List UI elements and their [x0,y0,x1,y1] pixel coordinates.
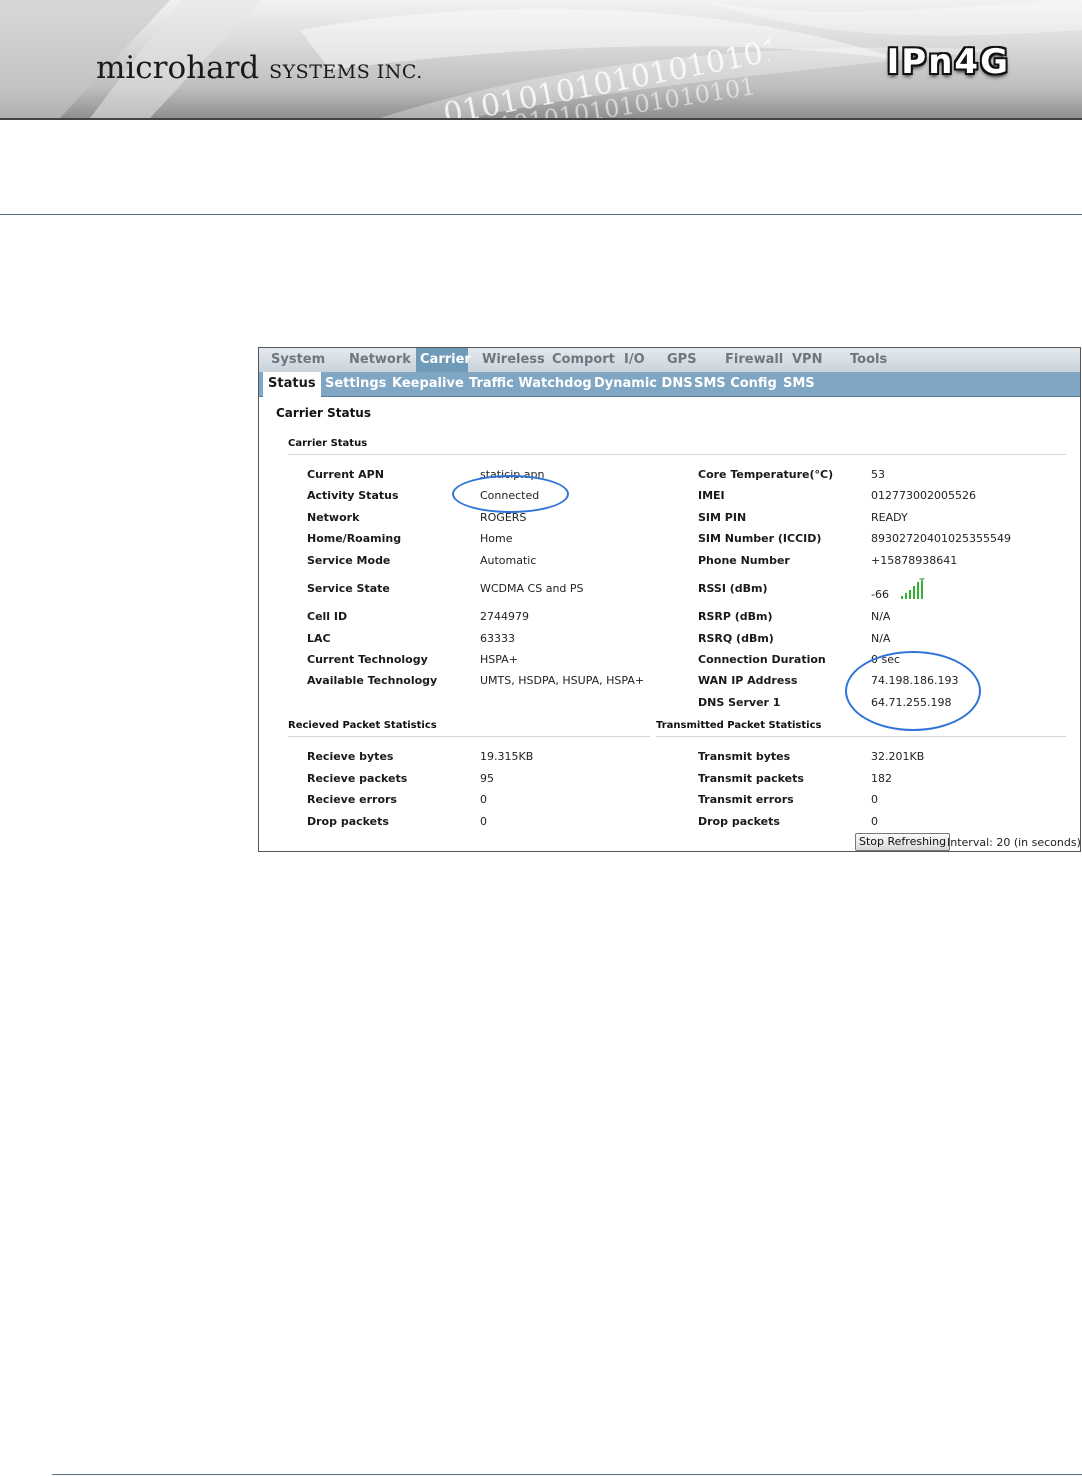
tab-vpn[interactable]: VPN [786,348,828,372]
label-phone-number: Phone Number [698,554,790,567]
label-core-temperature: Core Temperature(°C) [698,468,834,481]
tab-wireless[interactable]: Wireless [476,348,551,372]
label-recieve-bytes: Recieve bytes [307,750,394,763]
value-recv-drop-packets: 0 [480,815,487,828]
label-transmit-bytes: Transmit bytes [698,750,791,763]
value-connection-duration: 0 sec [871,653,901,666]
tab-io[interactable]: I/O [618,348,651,372]
label-home-roaming: Home/Roaming [307,532,402,545]
value-rsrq: N/A [871,632,891,645]
value-current-technology: HSPA+ [480,653,518,666]
value-transmit-bytes: 32.201KB [871,750,925,763]
subtab-sms[interactable]: SMS [778,372,820,396]
value-service-state: WCDMA CS and PS [480,582,584,595]
top-nav: System Network Carrier Wireless Comport … [259,348,1080,373]
subtab-settings[interactable]: Settings [320,372,391,396]
company-logo-text: microhard SYSTEMS INC. [96,50,423,86]
tab-carrier[interactable]: Carrier [416,348,471,372]
label-sim-number: SIM Number (ICCID) [698,532,822,545]
label-transmit-errors: Transmit errors [698,793,794,806]
label-recieve-errors: Recieve errors [307,793,397,806]
recv-stats-title: Recieved Packet Statistics [288,720,437,731]
page-title: Carrier Status [276,406,371,420]
value-transmit-errors: 0 [871,793,878,806]
tab-gps[interactable]: GPS [661,348,703,372]
tab-firewall[interactable]: Firewall [719,348,789,372]
label-wan-ip: WAN IP Address [698,674,798,687]
subtab-dynamic-dns[interactable]: Dynamic DNS [589,372,698,396]
footer-rule [52,1474,1082,1475]
label-network: Network [307,511,360,524]
value-trans-drop-packets: 0 [871,815,878,828]
value-cell-id: 2744979 [480,610,529,623]
value-rsrp: N/A [871,610,891,623]
label-activity-status: Activity Status [307,489,399,502]
header-rule [0,214,1082,215]
label-sim-pin: SIM PIN [698,511,747,524]
value-sim-number: 89302720401025355549 [871,532,1011,545]
label-current-technology: Current Technology [307,653,428,666]
label-imei: IMEI [698,489,725,502]
value-rssi: -66 [871,588,889,601]
label-rssi: RSSI (dBm) [698,582,768,595]
carrier-section-divider [288,454,1066,455]
tab-tools[interactable]: Tools [844,348,893,372]
subtab-status[interactable]: Status [263,372,321,397]
label-transmit-packets: Transmit packets [698,772,804,785]
value-phone-number: +15878938641 [871,554,958,567]
value-current-apn: staticip.apn [480,468,545,481]
value-wan-ip: 74.198.186.193 [871,674,959,687]
value-imei: 012773002005526 [871,489,976,502]
value-transmit-packets: 182 [871,772,892,785]
tab-network[interactable]: Network [343,348,417,372]
value-core-temperature: 53 [871,468,885,481]
value-recieve-packets: 95 [480,772,494,785]
label-trans-drop-packets: Drop packets [698,815,780,828]
highlight-ring-wan-dns [845,651,981,731]
label-cell-id: Cell ID [307,610,348,623]
stop-refreshing-button[interactable]: Stop Refreshing [855,833,951,851]
product-logo: IPn4G [886,42,1010,82]
value-lac: 63333 [480,632,515,645]
value-recieve-bytes: 19.315KB [480,750,534,763]
label-available-technology: Available Technology [307,674,438,687]
trans-stats-title: Transmitted Packet Statistics [656,720,822,731]
tab-comport[interactable]: Comport [546,348,621,372]
carrier-section-title: Carrier Status [288,438,368,449]
label-rsrp: RSRP (dBm) [698,610,773,623]
value-service-mode: Automatic [480,554,537,567]
document-header-banner: microhard SYSTEMS INC. 01010101010101010… [0,0,1082,120]
label-current-apn: Current APN [307,468,384,481]
label-recv-drop-packets: Drop packets [307,815,389,828]
label-rsrq: RSRQ (dBm) [698,632,774,645]
value-sim-pin: READY [871,511,908,524]
label-dns-server-1: DNS Server 1 [698,696,781,709]
sub-nav: Status Settings Keepalive Traffic Watchd… [259,372,1080,397]
label-recieve-packets: Recieve packets [307,772,408,785]
trans-stats-divider [656,736,1066,737]
label-connection-duration: Connection Duration [698,653,826,666]
carrier-status-screenshot: System Network Carrier Wireless Comport … [258,347,1081,852]
value-available-technology: UMTS, HSDPA, HSUPA, HSPA+ [480,674,645,687]
binary-decoration: 01010101010101010101 0101010101010101010… [441,25,770,118]
refresh-interval-text: Interval: 20 (in seconds) [947,836,1081,849]
subtab-keepalive[interactable]: Keepalive [387,372,469,396]
subtab-traffic-watchdog[interactable]: Traffic Watchdog [464,372,597,396]
value-home-roaming: Home [480,532,513,545]
label-service-state: Service State [307,582,390,595]
tab-system[interactable]: System [265,348,331,372]
label-service-mode: Service Mode [307,554,391,567]
value-recieve-errors: 0 [480,793,487,806]
label-lac: LAC [307,632,331,645]
value-dns-server-1: 64.71.255.198 [871,696,952,709]
value-network: ROGERS [480,511,527,524]
signal-strength-icon [901,578,925,599]
value-activity-status: Connected [480,489,540,502]
subtab-sms-config[interactable]: SMS Config [689,372,782,396]
recv-stats-divider [288,736,650,737]
